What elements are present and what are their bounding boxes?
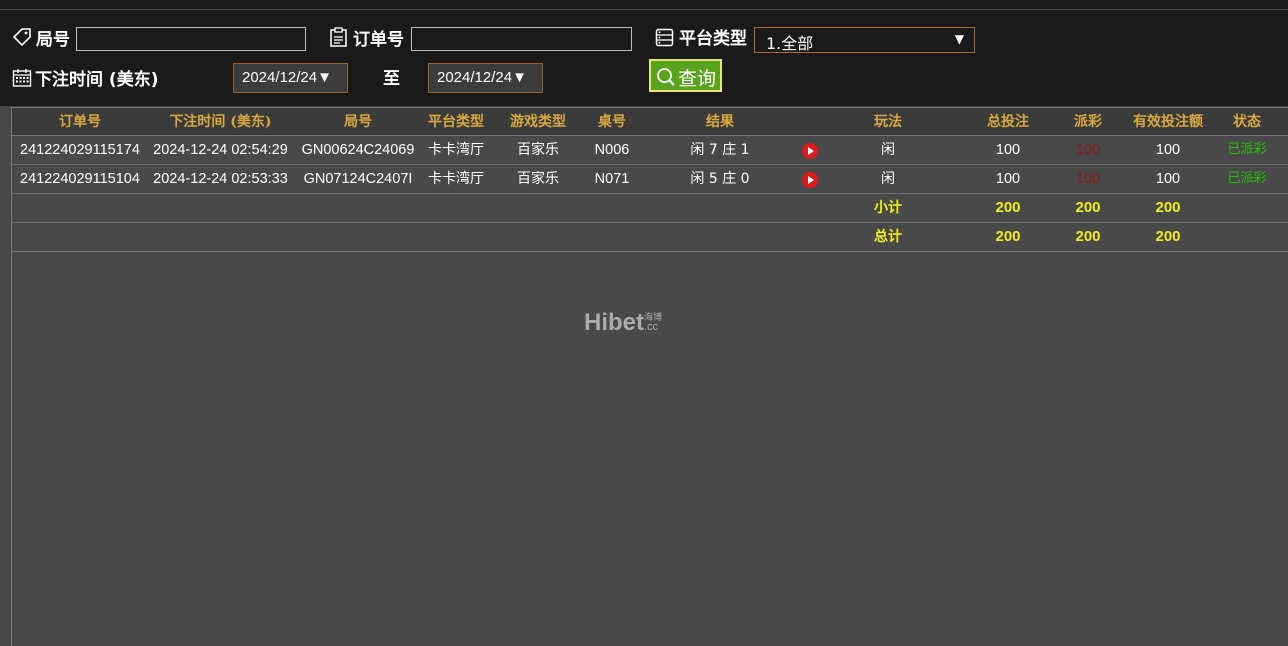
platform-type: 卡卡湾厅 (428, 171, 484, 187)
dropdown-arrow-icon: ▼ (954, 32, 964, 46)
filter-bar (0, 0, 1288, 106)
date-from-picker[interactable]: 2024/12/24▼ (233, 63, 348, 93)
play-replay-icon[interactable] (802, 143, 818, 159)
watermark-suffix: .cc (644, 321, 659, 333)
grandtotal-label: 总计 (874, 229, 902, 245)
header-result: 结果 (706, 114, 734, 130)
round-number: GN07124C2407I (303, 171, 413, 187)
grandtotal-row: 总计 200 200 200 (12, 223, 1288, 252)
table-header-row: 订单号 下注时间 (美东) 局号 平台类型 游戏类型 桌号 结果 玩法 总投注 … (12, 107, 1288, 136)
header-valid-bet: 有效投注额 (1133, 114, 1203, 130)
grandtotal-total-bet: 200 (995, 228, 1021, 245)
table-row: 241224029115104 2024-12-24 02:53:33 GN07… (12, 165, 1288, 194)
date-to-picker[interactable]: 2024/12/24▼ (428, 63, 543, 93)
watermark-brand: Hibet (584, 309, 644, 336)
bet-time: 2024-12-24 02:53:33 (153, 171, 288, 187)
table-number: N006 (594, 142, 630, 158)
platform-type: 卡卡湾厅 (428, 142, 484, 158)
subtotal-label: 小计 (874, 200, 902, 216)
order-input[interactable] (411, 27, 632, 51)
calendar-icon (12, 69, 32, 87)
round-input[interactable] (76, 27, 306, 51)
game-type: 百家乐 (517, 142, 559, 158)
round-number: GN00624C24069 (301, 142, 415, 158)
watermark-logo: Hibet.cc海博 (584, 309, 676, 337)
search-icon (657, 68, 675, 86)
status-badge: 已派彩 (1227, 142, 1267, 157)
play-type: 闲 (881, 142, 895, 158)
bet-records-table: 订单号 下注时间 (美东) 局号 平台类型 游戏类型 桌号 结果 玩法 总投注 … (11, 107, 1288, 646)
platform-select-value: 1.全部 (766, 34, 814, 53)
game-result: 闲 7 庄 1 (690, 142, 750, 158)
game-result: 闲 5 庄 0 (690, 171, 750, 187)
total-bet: 100 (995, 171, 1021, 187)
status-badge: 已派彩 (1227, 171, 1267, 186)
play-type: 闲 (881, 171, 895, 187)
header-table-no: 桌号 (598, 114, 626, 130)
header-payout: 派彩 (1074, 114, 1102, 130)
table-row: 241224029115174 2024-12-24 02:54:29 GN00… (12, 136, 1288, 165)
header-play: 玩法 (874, 114, 902, 130)
table-number: N071 (594, 171, 630, 187)
header-platform: 平台类型 (428, 114, 484, 130)
date-to-label: 至 (383, 69, 400, 89)
header-order: 订单号 (59, 114, 101, 130)
bet-time: 2024-12-24 02:54:29 (153, 142, 288, 158)
order-number: 241224029115104 (20, 171, 140, 187)
server-icon (655, 28, 674, 47)
order-number: 241224029115174 (20, 142, 140, 158)
bet-time-label: 下注时间 (美东) (35, 70, 159, 90)
header-time: 下注时间 (美东) (169, 114, 272, 130)
order-label: 订单号 (353, 30, 404, 50)
header-status: 状态 (1233, 114, 1261, 130)
header-round: 局号 (344, 114, 372, 130)
query-button-label: 查询 (678, 68, 717, 90)
watermark-cn: 海博 (644, 312, 663, 322)
header-total-bet: 总投注 (987, 114, 1029, 130)
game-type: 百家乐 (517, 171, 559, 187)
subtotal-total-bet: 200 (995, 199, 1021, 216)
subtotal-valid-bet: 200 (1155, 199, 1181, 216)
grandtotal-payout: 200 (1075, 228, 1101, 245)
query-button[interactable]: 查询 (649, 59, 722, 92)
platform-label: 平台类型 (679, 29, 747, 49)
top-divider (0, 9, 1288, 10)
subtotal-payout: 200 (1075, 199, 1101, 216)
payout: 100 (1075, 171, 1101, 187)
valid-bet: 100 (1155, 171, 1181, 187)
subtotal-row: 小计 200 200 200 (12, 194, 1288, 223)
header-game: 游戏类型 (510, 114, 566, 130)
play-replay-icon[interactable] (802, 172, 818, 188)
round-label: 局号 (36, 30, 70, 50)
tag-icon (12, 28, 31, 47)
platform-select[interactable]: 1.全部 ▼ (754, 27, 975, 53)
total-bet: 100 (995, 142, 1021, 158)
clipboard-icon (330, 27, 347, 47)
grandtotal-valid-bet: 200 (1155, 228, 1181, 245)
valid-bet: 100 (1155, 142, 1181, 158)
payout: 100 (1075, 142, 1101, 158)
